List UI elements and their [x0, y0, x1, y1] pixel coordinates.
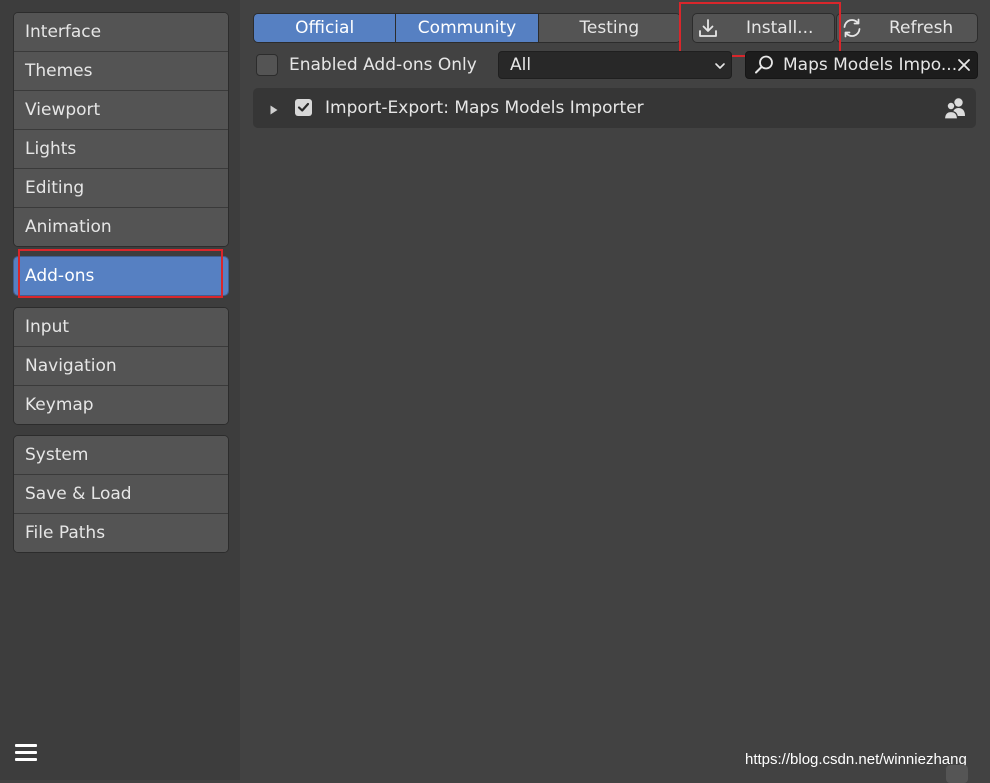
tab-community[interactable]: Community	[396, 14, 539, 42]
category-value: All	[510, 55, 532, 75]
tab-testing[interactable]: Testing	[538, 14, 680, 42]
search-icon	[753, 54, 775, 81]
hamburger-menu-icon[interactable]	[12, 739, 40, 767]
sidebar-item-save-load[interactable]: Save & Load	[14, 475, 228, 514]
support-level-tabs: Official Community Testing	[253, 13, 681, 43]
addon-enabled-checkbox[interactable]	[295, 99, 312, 116]
expand-triangle-icon[interactable]	[268, 101, 280, 121]
preferences-sidebar: Interface Themes Viewport Lights Editing…	[0, 0, 240, 780]
sidebar-item-animation[interactable]: Animation	[14, 208, 228, 246]
addons-panel: Official Community Testing Install... Re…	[240, 0, 990, 780]
checkmark-icon	[297, 102, 310, 112]
download-icon	[697, 17, 719, 44]
chevron-down-icon	[713, 58, 727, 78]
sidebar-group-addons: Add-ons	[13, 256, 229, 296]
enabled-only-checkbox-box[interactable]	[256, 54, 278, 76]
sidebar-item-lights[interactable]: Lights	[14, 130, 228, 169]
addon-search-input[interactable]: Maps Models Impo...	[745, 51, 978, 79]
sidebar-item-system[interactable]: System	[14, 436, 228, 475]
sidebar-item-keymap[interactable]: Keymap	[14, 386, 228, 424]
refresh-label: Refresh	[889, 18, 954, 38]
clear-search-icon[interactable]	[956, 57, 972, 78]
sidebar-item-viewport[interactable]: Viewport	[14, 91, 228, 130]
install-label: Install...	[746, 18, 814, 38]
sidebar-item-editing[interactable]: Editing	[14, 169, 228, 208]
tab-official[interactable]: Official	[254, 14, 397, 42]
sidebar-group-system: System Save & Load File Paths	[13, 435, 229, 553]
sidebar-item-input[interactable]: Input	[14, 308, 228, 347]
watermark-text: https://blog.csdn.net/winniezhang	[745, 751, 967, 768]
addon-row[interactable]: Import-Export: Maps Models Importer	[253, 88, 976, 128]
category-dropdown[interactable]: All	[498, 51, 732, 79]
sidebar-item-interface[interactable]: Interface	[14, 13, 228, 52]
sidebar-item-file-paths[interactable]: File Paths	[14, 514, 228, 552]
sidebar-item-addons[interactable]: Add-ons	[14, 257, 228, 295]
community-icon	[943, 96, 966, 125]
refresh-icon	[840, 16, 864, 45]
sidebar-group-input: Input Navigation Keymap	[13, 307, 229, 425]
sidebar-item-navigation[interactable]: Navigation	[14, 347, 228, 386]
install-button[interactable]: Install...	[692, 13, 835, 43]
refresh-button[interactable]: Refresh	[836, 13, 978, 43]
search-value: Maps Models Impo...	[783, 55, 958, 75]
sidebar-group-display: Interface Themes Viewport Lights Editing…	[13, 12, 229, 247]
corner-scroll-indicator	[946, 765, 968, 783]
enabled-only-label: Enabled Add-ons Only	[289, 55, 477, 75]
sidebar-item-themes[interactable]: Themes	[14, 52, 228, 91]
addon-name: Import-Export: Maps Models Importer	[325, 98, 644, 118]
